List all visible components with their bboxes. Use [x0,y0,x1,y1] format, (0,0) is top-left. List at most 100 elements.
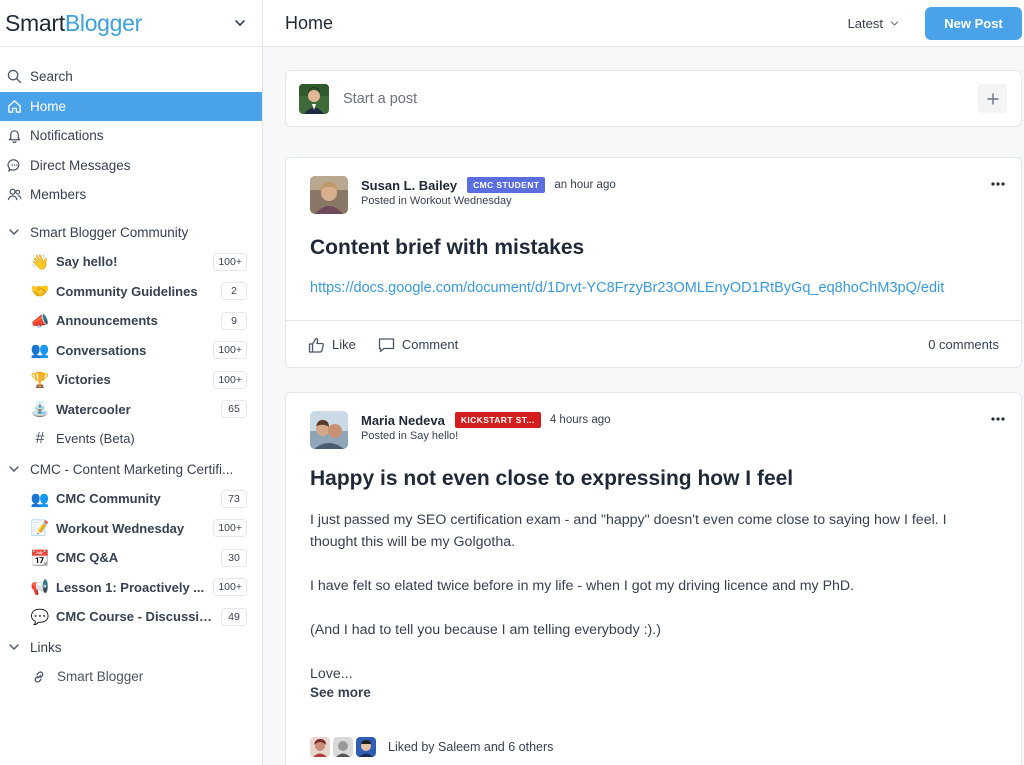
nav-label: Notifications [30,128,104,144]
nav-search[interactable]: Search [0,62,262,92]
nav-members[interactable]: Members [0,180,262,210]
member-badge: KICKSTART ST... [454,412,541,428]
link-label: Smart Blogger [57,669,144,685]
loudspeaker-icon: 📢 [30,579,50,597]
space-name: Victories [56,372,111,388]
space-cmc-qa[interactable]: 📆 CMC Q&A 30 [0,543,262,573]
space-community-guidelines[interactable]: 🤝 Community Guidelines 2 [0,277,262,307]
megaphone-icon: 📣 [30,312,50,330]
section-smart-blogger-community[interactable]: Smart Blogger Community [0,218,262,248]
trophy-icon: 🏆 [30,371,50,389]
chat-icon [6,157,22,173]
post-card: Susan L. Bailey CMC STUDENT an hour ago … [285,157,1022,368]
post-title[interactable]: Happy is not even close to expressing ho… [286,467,1021,491]
main-feed: Home Latest New Post Start a post Susan … [263,0,1024,765]
space-victories[interactable]: 🏆 Victories 100+ [0,365,262,395]
space-count: 100+ [213,252,247,271]
page-title: Home [285,12,334,33]
liked-by[interactable]: Liked by Saleem and 6 others [286,737,1021,757]
section-links[interactable]: Links [0,633,262,663]
section-title: Links [30,639,62,655]
comment-label: Comment [401,337,459,352]
smartblogger-logo: SmartBlogger [5,9,143,36]
post-header: Susan L. Bailey CMC STUDENT an hour ago … [286,158,1021,218]
like-button[interactable]: Like [308,337,356,353]
nav-direct-messages[interactable]: Direct Messages [0,151,262,181]
comment-icon [378,337,395,352]
more-options-icon[interactable] [991,182,1005,186]
link-icon [34,671,44,683]
section-cmc[interactable]: CMC - Content Marketing Certifi... [0,455,262,485]
posted-in[interactable]: Posted in Workout Wednesday [361,195,616,207]
main-nav: Search Home Notifications Direct Message… [0,47,262,210]
more-options-icon[interactable] [991,417,1005,421]
post-body: I just passed my SEO certification exam … [286,509,1021,685]
space-count: 73 [221,489,247,508]
avatar[interactable] [310,411,348,449]
hash-icon: # [35,429,45,447]
comments-count[interactable]: 0 comments [928,337,999,352]
author-name[interactable]: Maria Nedeva [361,413,445,428]
chevron-down-icon [890,20,899,26]
post-actions: Like Comment 0 comments [286,320,1021,368]
add-button[interactable] [978,84,1007,113]
plus-icon [986,92,999,105]
post-link[interactable]: https://docs.google.com/document/d/1Drvt… [286,280,1021,296]
post-time[interactable]: 4 hours ago [550,414,611,426]
avatar[interactable] [310,176,348,214]
member-badge: CMC STUDENT [467,177,546,193]
nav-label: Home [30,98,67,114]
liked-by-text: Liked by Saleem and 6 others [388,740,554,754]
section-title: CMC - Content Marketing Certifi... [30,461,234,477]
avatar [299,83,329,114]
section-title: Smart Blogger Community [30,224,189,240]
space-workout-wednesday[interactable]: 📝 Workout Wednesday 100+ [0,514,262,544]
space-announcements[interactable]: 📣 Announcements 9 [0,306,262,336]
post-time[interactable]: an hour ago [554,179,615,191]
avatar [333,737,353,757]
space-lesson-1[interactable]: 📢 Lesson 1: Proactively ... 100+ [0,573,262,603]
post-paragraph: (And I had to tell you because I am tell… [310,622,661,638]
space-name: Announcements [56,313,158,329]
space-count: 9 [221,311,247,330]
space-name: Workout Wednesday [56,520,185,536]
space-name: Watercooler [56,401,131,417]
new-post-button[interactable]: New Post [925,6,1022,40]
space-events-beta[interactable]: # Events (Beta) [0,424,262,454]
start-post-input[interactable]: Start a post [343,91,978,107]
nav-notifications[interactable]: Notifications [0,121,262,151]
space-count: 100+ [213,578,247,597]
space-cmc-course-discussion[interactable]: 💬 CMC Course - Discussio... 49 [0,602,262,632]
sidebar: SmartBlogger Search Home Notifications D… [0,0,263,765]
space-count: 100+ [213,519,247,538]
community-switcher[interactable]: SmartBlogger [0,0,262,47]
wave-icon: 👋 [30,253,50,271]
avatar [356,737,376,757]
home-icon [6,98,22,114]
space-say-hello[interactable]: 👋 Say hello! 100+ [0,247,262,277]
space-name: Events (Beta) [56,431,135,447]
post-title[interactable]: Content brief with mistakes [286,236,1021,260]
post-composer[interactable]: Start a post [285,70,1022,127]
nav-label: Direct Messages [30,157,131,173]
nav-home[interactable]: Home [0,91,262,121]
space-conversations[interactable]: 👥 Conversations 100+ [0,336,262,366]
see-more-link[interactable]: See more [286,685,1021,700]
post-meta: Susan L. Bailey CMC STUDENT an hour ago … [361,176,616,218]
post-paragraph: Love... [310,666,353,682]
post-paragraph: I just passed my SEO certification exam … [310,512,947,550]
chevron-down-icon[interactable] [234,17,246,29]
author-name[interactable]: Susan L. Bailey [361,178,457,193]
posted-in[interactable]: Posted in Say hello! [361,430,611,442]
speech-bubble-icon: 💬 [30,608,50,626]
post-meta: Maria Nedeva KICKSTART ST... 4 hours ago… [361,411,611,453]
comment-button[interactable]: Comment [378,337,458,353]
link-smart-blogger[interactable]: Smart Blogger [0,662,262,692]
post-header: Maria Nedeva KICKSTART ST... 4 hours ago… [286,393,1021,453]
sort-dropdown[interactable]: Latest [848,16,899,31]
space-count: 30 [221,548,247,567]
search-icon [6,69,22,85]
space-watercooler[interactable]: ⛲ Watercooler 65 [0,395,262,425]
space-cmc-community[interactable]: 👥 CMC Community 73 [0,484,262,514]
calendar-icon: 📆 [30,549,50,567]
